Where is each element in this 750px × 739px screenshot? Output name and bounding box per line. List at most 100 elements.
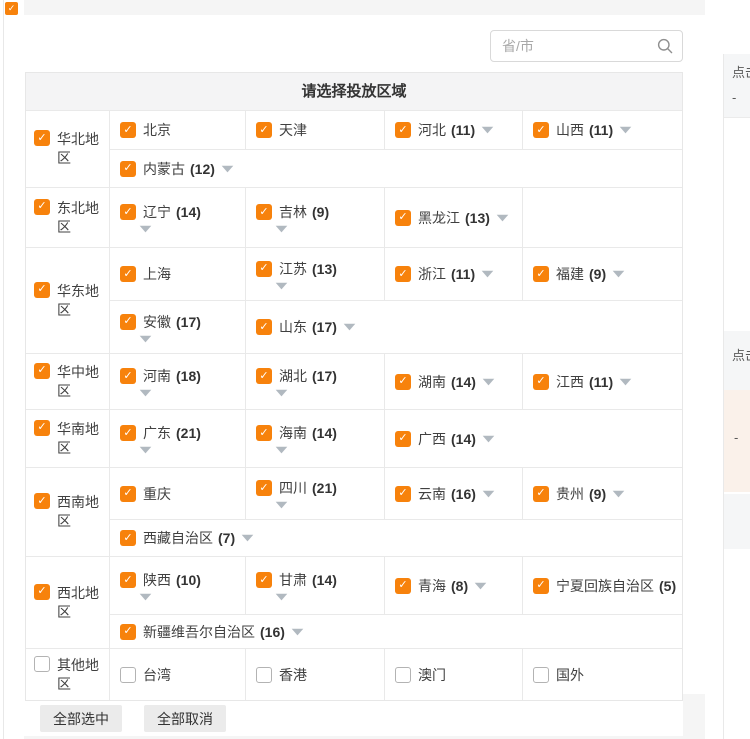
province-checkbox[interactable] <box>395 578 411 594</box>
province-checkbox[interactable] <box>256 667 272 683</box>
province-label: 山西 <box>556 120 584 140</box>
province-checkbox[interactable] <box>533 122 549 138</box>
chevron-down-icon[interactable] <box>612 270 625 278</box>
region-cell: 西北地区 <box>26 557 110 648</box>
province-checkbox[interactable] <box>120 204 136 220</box>
province-checkbox[interactable] <box>120 572 136 588</box>
chevron-down-icon[interactable] <box>481 126 494 134</box>
province-count: (13) <box>465 210 490 226</box>
province-checkbox[interactable] <box>256 122 272 138</box>
province-checkbox[interactable] <box>395 122 411 138</box>
province-checkbox[interactable] <box>256 480 272 496</box>
province-checkbox[interactable] <box>256 319 272 335</box>
province-checkbox[interactable] <box>395 431 411 447</box>
province-checkbox[interactable] <box>256 368 272 384</box>
province-label: 四川 <box>279 478 307 498</box>
chevron-down-icon[interactable] <box>482 490 495 498</box>
chevron-down-icon[interactable] <box>275 501 288 509</box>
chevron-down-icon[interactable] <box>612 490 625 498</box>
province-count: (16) <box>451 486 476 502</box>
province-label: 安徽 <box>143 312 171 332</box>
province-cell: 澳门 <box>385 649 523 700</box>
chevron-down-icon[interactable] <box>619 126 632 134</box>
province-count: (17) <box>312 368 337 384</box>
province-cell: 北京 <box>110 111 246 149</box>
province-label: 香港 <box>279 665 307 685</box>
province-checkbox[interactable] <box>395 210 411 226</box>
province-checkbox[interactable] <box>395 266 411 282</box>
province-label: 浙江 <box>418 264 446 284</box>
region-checkbox[interactable] <box>34 130 50 146</box>
region-checkbox[interactable] <box>34 363 50 379</box>
select-all-button[interactable]: 全部选中 <box>40 705 122 732</box>
region-checkbox[interactable] <box>34 420 50 436</box>
province-checkbox[interactable] <box>256 204 272 220</box>
province-checkbox[interactable] <box>533 486 549 502</box>
province-cell: 内蒙古(12) <box>110 150 682 187</box>
region-checkbox[interactable] <box>34 282 50 298</box>
chevron-down-icon[interactable] <box>291 628 304 636</box>
province-checkbox[interactable] <box>395 374 411 390</box>
chevron-down-icon[interactable] <box>139 389 152 397</box>
province-count: (11) <box>451 122 475 138</box>
province-checkbox[interactable] <box>256 261 272 277</box>
province-checkbox[interactable] <box>120 161 136 177</box>
province-checkbox[interactable] <box>120 486 136 502</box>
province-checkbox[interactable] <box>533 578 549 594</box>
province-cell: 甘肃(14) <box>246 557 385 614</box>
chevron-down-icon[interactable] <box>275 446 288 454</box>
right-panel-card: 点击 - <box>724 54 750 118</box>
chevron-down-icon[interactable] <box>221 165 234 173</box>
left-border-line <box>3 0 4 739</box>
province-checkbox[interactable] <box>395 667 411 683</box>
province-label: 河南 <box>143 366 171 386</box>
chevron-down-icon[interactable] <box>482 378 495 386</box>
province-cell: 陕西(10) <box>110 557 246 614</box>
province-checkbox[interactable] <box>120 368 136 384</box>
province-checkbox[interactable] <box>256 425 272 441</box>
province-checkbox[interactable] <box>395 486 411 502</box>
chevron-down-icon[interactable] <box>275 282 288 290</box>
province-checkbox[interactable] <box>120 122 136 138</box>
province-checkbox[interactable] <box>120 624 136 640</box>
chevron-down-icon[interactable] <box>139 593 152 601</box>
chevron-down-icon[interactable] <box>496 214 509 222</box>
province-count: (14) <box>451 431 476 447</box>
province-checkbox[interactable] <box>256 572 272 588</box>
chevron-down-icon[interactable] <box>619 378 632 386</box>
chevron-down-icon[interactable] <box>139 225 152 233</box>
province-checkbox[interactable] <box>533 374 549 390</box>
province-checkbox[interactable] <box>533 266 549 282</box>
chevron-down-icon[interactable] <box>474 582 487 590</box>
chevron-down-icon[interactable] <box>343 323 356 331</box>
chevron-down-icon[interactable] <box>481 270 494 278</box>
region-checkbox[interactable] <box>34 656 50 672</box>
search-input[interactable] <box>490 30 683 62</box>
right-panel-card-label: 点击 <box>732 62 750 81</box>
chevron-down-icon[interactable] <box>275 389 288 397</box>
chevron-down-icon[interactable] <box>241 534 254 542</box>
chevron-down-icon[interactable] <box>482 435 495 443</box>
chevron-down-icon[interactable] <box>139 335 152 343</box>
chevron-down-icon[interactable] <box>275 593 288 601</box>
province-cell: 浙江(11) <box>385 248 523 300</box>
deselect-all-button[interactable]: 全部取消 <box>144 705 226 732</box>
province-cell: 上海 <box>110 248 246 300</box>
province-checkbox[interactable] <box>533 667 549 683</box>
province-checkbox[interactable] <box>120 314 136 330</box>
region-checkbox[interactable] <box>34 199 50 215</box>
region-checkbox[interactable] <box>34 584 50 600</box>
chevron-down-icon[interactable] <box>139 446 152 454</box>
province-checkbox[interactable] <box>120 667 136 683</box>
top-partial-checkbox[interactable] <box>5 2 18 15</box>
province-checkbox[interactable] <box>120 266 136 282</box>
region-checkbox[interactable] <box>34 493 50 509</box>
province-count: (21) <box>312 480 337 496</box>
province-label: 澳门 <box>418 665 446 685</box>
province-cell: 宁夏回族自治区(5) <box>523 557 682 614</box>
province-checkbox[interactable] <box>120 425 136 441</box>
province-checkbox[interactable] <box>120 530 136 546</box>
chevron-down-icon[interactable] <box>275 225 288 233</box>
province-label: 山东 <box>279 317 307 337</box>
top-gray-strip <box>24 0 705 15</box>
